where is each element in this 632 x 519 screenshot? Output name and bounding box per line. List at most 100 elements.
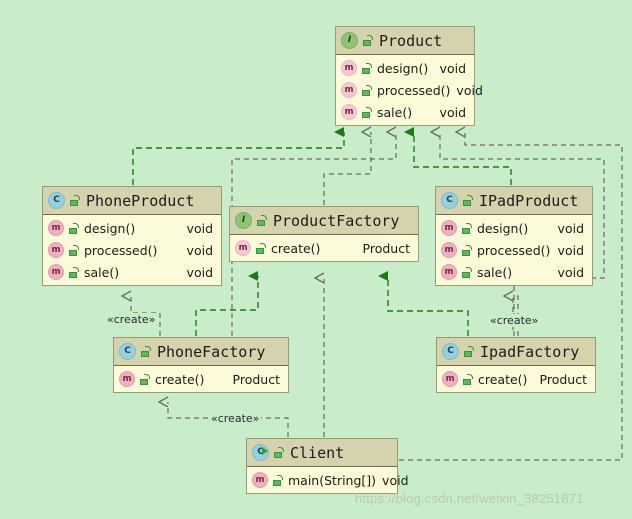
unlock-icon bbox=[272, 474, 283, 486]
class-run-icon: C bbox=[252, 444, 269, 461]
unlock-icon bbox=[461, 266, 472, 278]
member-name: processed() bbox=[477, 242, 551, 258]
class-name: PhoneFactory bbox=[157, 342, 266, 361]
edge-phoneproduct-realizes-product bbox=[132, 127, 345, 185]
class-header-phonefactory: C PhoneFactory bbox=[114, 338, 288, 366]
member-name: sale() bbox=[84, 264, 120, 280]
member-name: sale() bbox=[477, 264, 513, 280]
unlock-icon bbox=[361, 84, 372, 96]
edge-ipadproduct-realizes-product bbox=[404, 127, 512, 185]
member-name: sale() bbox=[377, 104, 413, 120]
member-name: create() bbox=[271, 240, 321, 256]
class-name: IPadProduct bbox=[479, 191, 579, 210]
class-name: Client bbox=[290, 443, 345, 462]
class-icon: C bbox=[48, 192, 65, 209]
class-members-ipadfactory: m create() Product bbox=[437, 366, 595, 392]
method-icon: m bbox=[48, 220, 64, 236]
unlock-icon bbox=[462, 195, 473, 206]
member-row[interactable]: m processed() void bbox=[436, 239, 592, 261]
method-icon: m bbox=[442, 371, 458, 387]
interface-icon: I bbox=[235, 212, 252, 229]
class-name: IpadFactory bbox=[480, 342, 580, 361]
unlock-icon bbox=[461, 222, 472, 234]
member-type: void bbox=[186, 220, 213, 236]
method-icon: m bbox=[341, 82, 357, 98]
member-name: processed() bbox=[84, 242, 158, 258]
class-name: Product bbox=[379, 31, 443, 50]
diagram-canvas: I Product m design() void m processed() … bbox=[0, 0, 632, 519]
member-name: processed() bbox=[377, 82, 451, 98]
class-box-product[interactable]: I Product m design() void m processed() … bbox=[335, 26, 483, 126]
member-type: Product bbox=[362, 240, 410, 256]
method-icon: m bbox=[341, 104, 357, 120]
class-members-phoneproduct: m design() void m processed() void m sal… bbox=[43, 215, 221, 285]
unlock-icon bbox=[362, 35, 373, 46]
unlock-icon bbox=[139, 373, 150, 385]
class-members-ipadproduct: m design() void m processed() void m sal… bbox=[436, 215, 592, 285]
member-row[interactable]: m design() void bbox=[336, 57, 474, 79]
method-icon: m bbox=[48, 264, 64, 280]
member-type: void bbox=[382, 472, 409, 488]
class-icon: C bbox=[119, 343, 136, 360]
class-header-productfactory: I ProductFactory bbox=[230, 207, 418, 235]
class-header-ipadproduct: C IPadProduct bbox=[436, 187, 592, 215]
unlock-icon bbox=[361, 106, 372, 118]
member-type: void bbox=[439, 104, 466, 120]
class-icon: C bbox=[442, 343, 459, 360]
member-row[interactable]: m create() Product bbox=[230, 237, 418, 259]
member-row[interactable]: m sale() void bbox=[43, 261, 221, 283]
unlock-icon bbox=[68, 266, 79, 278]
unlock-icon bbox=[69, 195, 80, 206]
member-type: void bbox=[557, 264, 584, 280]
class-header-product: I Product bbox=[336, 27, 474, 55]
class-icon: C bbox=[441, 192, 458, 209]
member-type: void bbox=[439, 60, 466, 76]
member-row[interactable]: m sale() void bbox=[336, 101, 474, 123]
member-name: design() bbox=[377, 60, 429, 76]
stereotype-label-phone-create: «create» bbox=[105, 313, 158, 326]
class-box-phonefactory[interactable]: C PhoneFactory m create() Product bbox=[113, 337, 289, 393]
member-type: void bbox=[186, 242, 213, 258]
stereotype-label-ipad-create: «create» bbox=[488, 314, 541, 327]
interface-icon: I bbox=[341, 32, 358, 49]
class-box-phoneproduct[interactable]: C PhoneProduct m design() void m process… bbox=[42, 186, 222, 286]
member-type: void bbox=[456, 82, 483, 98]
member-row[interactable]: m sale() void bbox=[436, 261, 592, 283]
member-type: void bbox=[186, 264, 213, 280]
unlock-icon bbox=[68, 222, 79, 234]
edge-productfactory-depends-product bbox=[323, 132, 372, 205]
class-header-client: C Client bbox=[247, 439, 397, 467]
class-name: ProductFactory bbox=[273, 211, 400, 230]
method-icon: m bbox=[252, 472, 268, 488]
unlock-icon bbox=[463, 346, 474, 357]
method-icon: m bbox=[441, 264, 457, 280]
member-name: main(String[]) bbox=[288, 472, 377, 488]
member-name: create() bbox=[478, 371, 528, 387]
member-row[interactable]: m main(String[]) void bbox=[247, 469, 409, 491]
unlock-icon bbox=[255, 242, 266, 254]
class-name: PhoneProduct bbox=[86, 191, 195, 210]
class-header-phoneproduct: C PhoneProduct bbox=[43, 187, 221, 215]
member-type: void bbox=[557, 220, 584, 236]
class-members-product: m design() void m processed() void m sal… bbox=[336, 55, 483, 125]
class-header-ipadfactory: C IpadFactory bbox=[437, 338, 595, 366]
class-box-ipadfactory[interactable]: C IpadFactory m create() Product bbox=[436, 337, 596, 393]
unlock-icon bbox=[462, 373, 473, 385]
class-box-ipadproduct[interactable]: C IPadProduct m design() void m processe… bbox=[435, 186, 593, 286]
member-type: Product bbox=[232, 371, 280, 387]
member-row[interactable]: m create() Product bbox=[437, 368, 595, 390]
member-name: create() bbox=[155, 371, 205, 387]
member-row[interactable]: m design() void bbox=[43, 217, 221, 239]
member-row[interactable]: m processed() void bbox=[43, 239, 221, 261]
class-members-productfactory: m create() Product bbox=[230, 235, 418, 261]
class-box-client[interactable]: C Client m main(String[]) void bbox=[246, 438, 409, 494]
unlock-icon bbox=[461, 244, 472, 256]
member-row[interactable]: m processed() void bbox=[336, 79, 483, 101]
class-box-productfactory[interactable]: I ProductFactory m create() Product bbox=[229, 206, 419, 262]
member-name: design() bbox=[477, 220, 529, 236]
member-row[interactable]: m create() Product bbox=[114, 368, 288, 390]
class-members-client: m main(String[]) void bbox=[247, 467, 409, 493]
method-icon: m bbox=[48, 242, 64, 258]
unlock-icon bbox=[256, 215, 267, 226]
member-row[interactable]: m design() void bbox=[436, 217, 592, 239]
